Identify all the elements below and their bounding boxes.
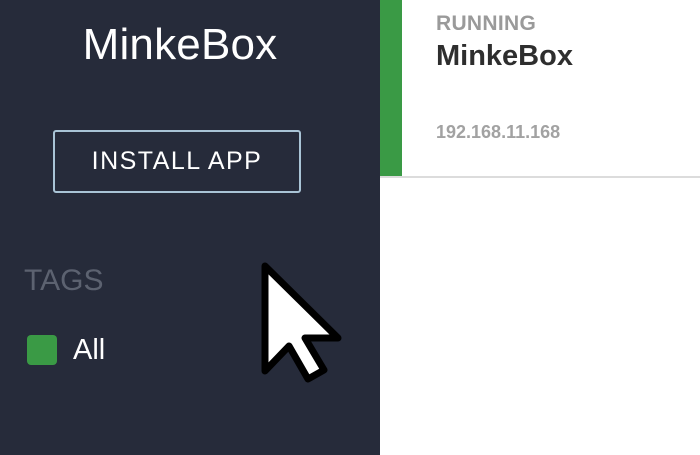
arrow-pointer-icon [261, 262, 342, 383]
sidebar: MinkeBox INSTALL APP TAGS All [0, 0, 380, 455]
tag-item-all[interactable]: All [27, 330, 105, 370]
app-name: MinkeBox [436, 40, 573, 72]
tag-color-swatch [27, 335, 57, 365]
app-brand: MinkeBox [82, 20, 278, 69]
tags-heading: TAGS [24, 264, 104, 297]
tag-label: All [73, 333, 106, 366]
app-card-minkebox[interactable]: RUNNING MinkeBox 192.168.11.168 [380, 0, 700, 178]
app-ip-address: 192.168.11.168 [436, 122, 561, 142]
install-app-button[interactable]: INSTALL APP [53, 130, 301, 193]
app-status: RUNNING [436, 12, 537, 35]
status-indicator-bar [380, 0, 402, 176]
